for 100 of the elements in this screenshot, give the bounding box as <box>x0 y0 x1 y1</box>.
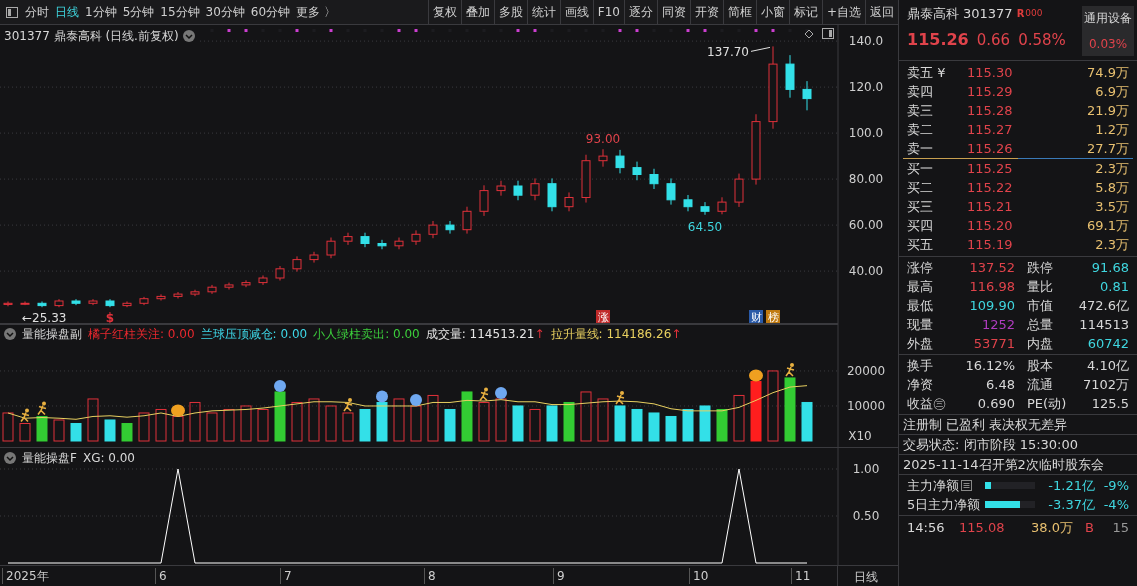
runner-icon <box>785 362 795 377</box>
event-marker[interactable]: 财 <box>749 310 763 324</box>
indicator-title: 量能操盘F <box>22 450 77 467</box>
stock-name: 鼎泰高科 <box>907 5 959 23</box>
fruit-icon <box>749 369 763 382</box>
stat-label: 收益㊂ <box>907 394 947 413</box>
toolbar-button[interactable]: 开资 <box>689 0 723 24</box>
annotation: 137.70 <box>707 45 749 60</box>
sector-change: 0.03% <box>1088 36 1128 53</box>
flow-amount: -1.21亿 <box>1047 476 1095 495</box>
flow-label: 5日主力净额 <box>907 495 981 514</box>
list-icon[interactable] <box>961 480 972 491</box>
stat-label: 量比 <box>1027 277 1053 296</box>
price-change: 0.66 <box>976 29 1011 51</box>
axis-label: 10000 <box>846 398 886 413</box>
order-volume: 3.5万 <box>1095 197 1129 216</box>
order-price: 115.27 <box>967 120 1013 139</box>
stat-label: 净资 <box>907 375 934 394</box>
order-label: 买一 <box>907 159 934 178</box>
order-price: 115.20 <box>967 216 1013 235</box>
fruit-icon <box>171 404 185 417</box>
order-volume: 69.1万 <box>1087 216 1129 235</box>
toolbar-button[interactable]: +自选 <box>821 0 865 24</box>
stat-label: PE(动) <box>1027 394 1067 413</box>
sector-card[interactable]: 通用设备 0.03% <box>1082 6 1134 56</box>
order-price: 115.21 <box>967 197 1013 216</box>
order-label: 卖五 ¥ <box>907 63 947 82</box>
period-tab[interactable]: 5分钟 <box>119 3 158 21</box>
period-tab[interactable]: 分时 <box>22 3 52 21</box>
trade-side: B <box>1085 518 1094 537</box>
axis-label: 8 <box>424 568 436 584</box>
axis-label: 1.00 <box>852 462 880 476</box>
order-volume: 2.3万 <box>1095 159 1129 178</box>
event-marker[interactable]: $ <box>105 311 115 324</box>
stat-label: 市值 <box>1027 296 1053 315</box>
dropdown-icon[interactable] <box>4 452 16 464</box>
toolbar-button[interactable]: 统计 <box>526 0 560 24</box>
toolbar-button[interactable]: 复权 <box>427 0 461 24</box>
period-tab[interactable]: 1分钟 <box>82 3 120 21</box>
price-label: 137.70 <box>707 45 771 60</box>
panel-icon[interactable] <box>6 6 18 18</box>
stat-value: 16.12% <box>964 356 1015 375</box>
trade-time: 14:56 <box>907 518 946 537</box>
diamond-icon[interactable] <box>804 28 814 39</box>
stat-label: 总量 <box>1027 315 1053 334</box>
toolbar-button[interactable]: 逐分 <box>623 0 657 24</box>
indicator-value: 拉升量线: 114186.26↑ <box>550 326 682 343</box>
order-label: 买三 <box>907 197 934 216</box>
toolbar-button[interactable]: 同资 <box>656 0 690 24</box>
axis-label: 140.0 <box>848 34 884 49</box>
period-tab[interactable]: 更多 〉 <box>293 3 339 21</box>
order-price: 115.30 <box>967 63 1013 82</box>
indicator-value: 小人绿柱卖出: 0.00 <box>313 326 420 343</box>
stat-value: 472.6亿 <box>1078 296 1129 315</box>
flow-percent: -9% <box>1102 476 1129 495</box>
period-tab[interactable]: 60分钟 <box>247 3 294 21</box>
toolbar-button[interactable]: F10 <box>592 0 624 24</box>
toolbar-button[interactable]: 简框 <box>722 0 756 24</box>
toolbar-button[interactable]: 叠加 <box>460 0 494 24</box>
stat-value: 116.98 <box>968 277 1015 296</box>
stat-label: 股本 <box>1027 356 1053 375</box>
stat-label: 流通 <box>1027 375 1053 394</box>
toolbar-button[interactable]: 画线 <box>559 0 593 24</box>
toolbar-button[interactable]: 多股 <box>493 0 527 24</box>
period-tab[interactable]: 30分钟 <box>202 3 248 21</box>
stat-value: 4.10亿 <box>1087 356 1129 375</box>
stat-value: 109.90 <box>968 296 1015 315</box>
trade-count: 15 <box>1112 518 1129 537</box>
stat-value: 0.690 <box>976 394 1015 413</box>
order-label: 买五 <box>907 235 934 254</box>
order-price: 115.19 <box>967 235 1013 254</box>
period-label: 日线 <box>853 569 878 586</box>
panel-icon[interactable] <box>822 28 834 39</box>
scale-label: X10 <box>848 429 872 443</box>
order-volume: 74.9万 <box>1087 63 1129 82</box>
dropdown-icon[interactable] <box>182 30 195 42</box>
stat-value: 0.81 <box>1100 277 1129 296</box>
stock-code: 301377 <box>963 5 1013 23</box>
period-tab[interactable]: 日线 <box>52 3 82 21</box>
axis-label: 10 <box>689 568 709 584</box>
ball-icon <box>495 386 507 399</box>
sector-name: 通用设备 <box>1084 10 1132 27</box>
toolbar-button[interactable]: 小窗 <box>755 0 789 24</box>
axis-label: 80.00 <box>848 172 884 187</box>
stat-label: 涨停 <box>907 258 934 277</box>
axis-label: 40.00 <box>848 264 884 279</box>
info-line: 交易状态: 闭市阶段 15:30:00 <box>903 435 1079 454</box>
stat-value: 53771 <box>972 334 1015 353</box>
flow-amount: -3.37亿 <box>1047 495 1095 514</box>
event-marker[interactable]: 涨 <box>596 310 610 324</box>
toolbar-button[interactable]: 标记 <box>788 0 822 24</box>
ball-icon <box>410 393 422 406</box>
chart-title: 301377 鼎泰高科 (日线.前复权) <box>4 28 179 45</box>
period-tab[interactable]: 15分钟 <box>157 3 203 21</box>
axis-label: 100.0 <box>848 126 884 141</box>
stat-label: 跌停 <box>1027 258 1053 277</box>
order-price: 115.29 <box>967 82 1013 101</box>
stat-label: 内盘 <box>1027 334 1053 353</box>
dropdown-icon[interactable] <box>4 328 16 340</box>
order-volume: 1.2万 <box>1095 120 1129 139</box>
